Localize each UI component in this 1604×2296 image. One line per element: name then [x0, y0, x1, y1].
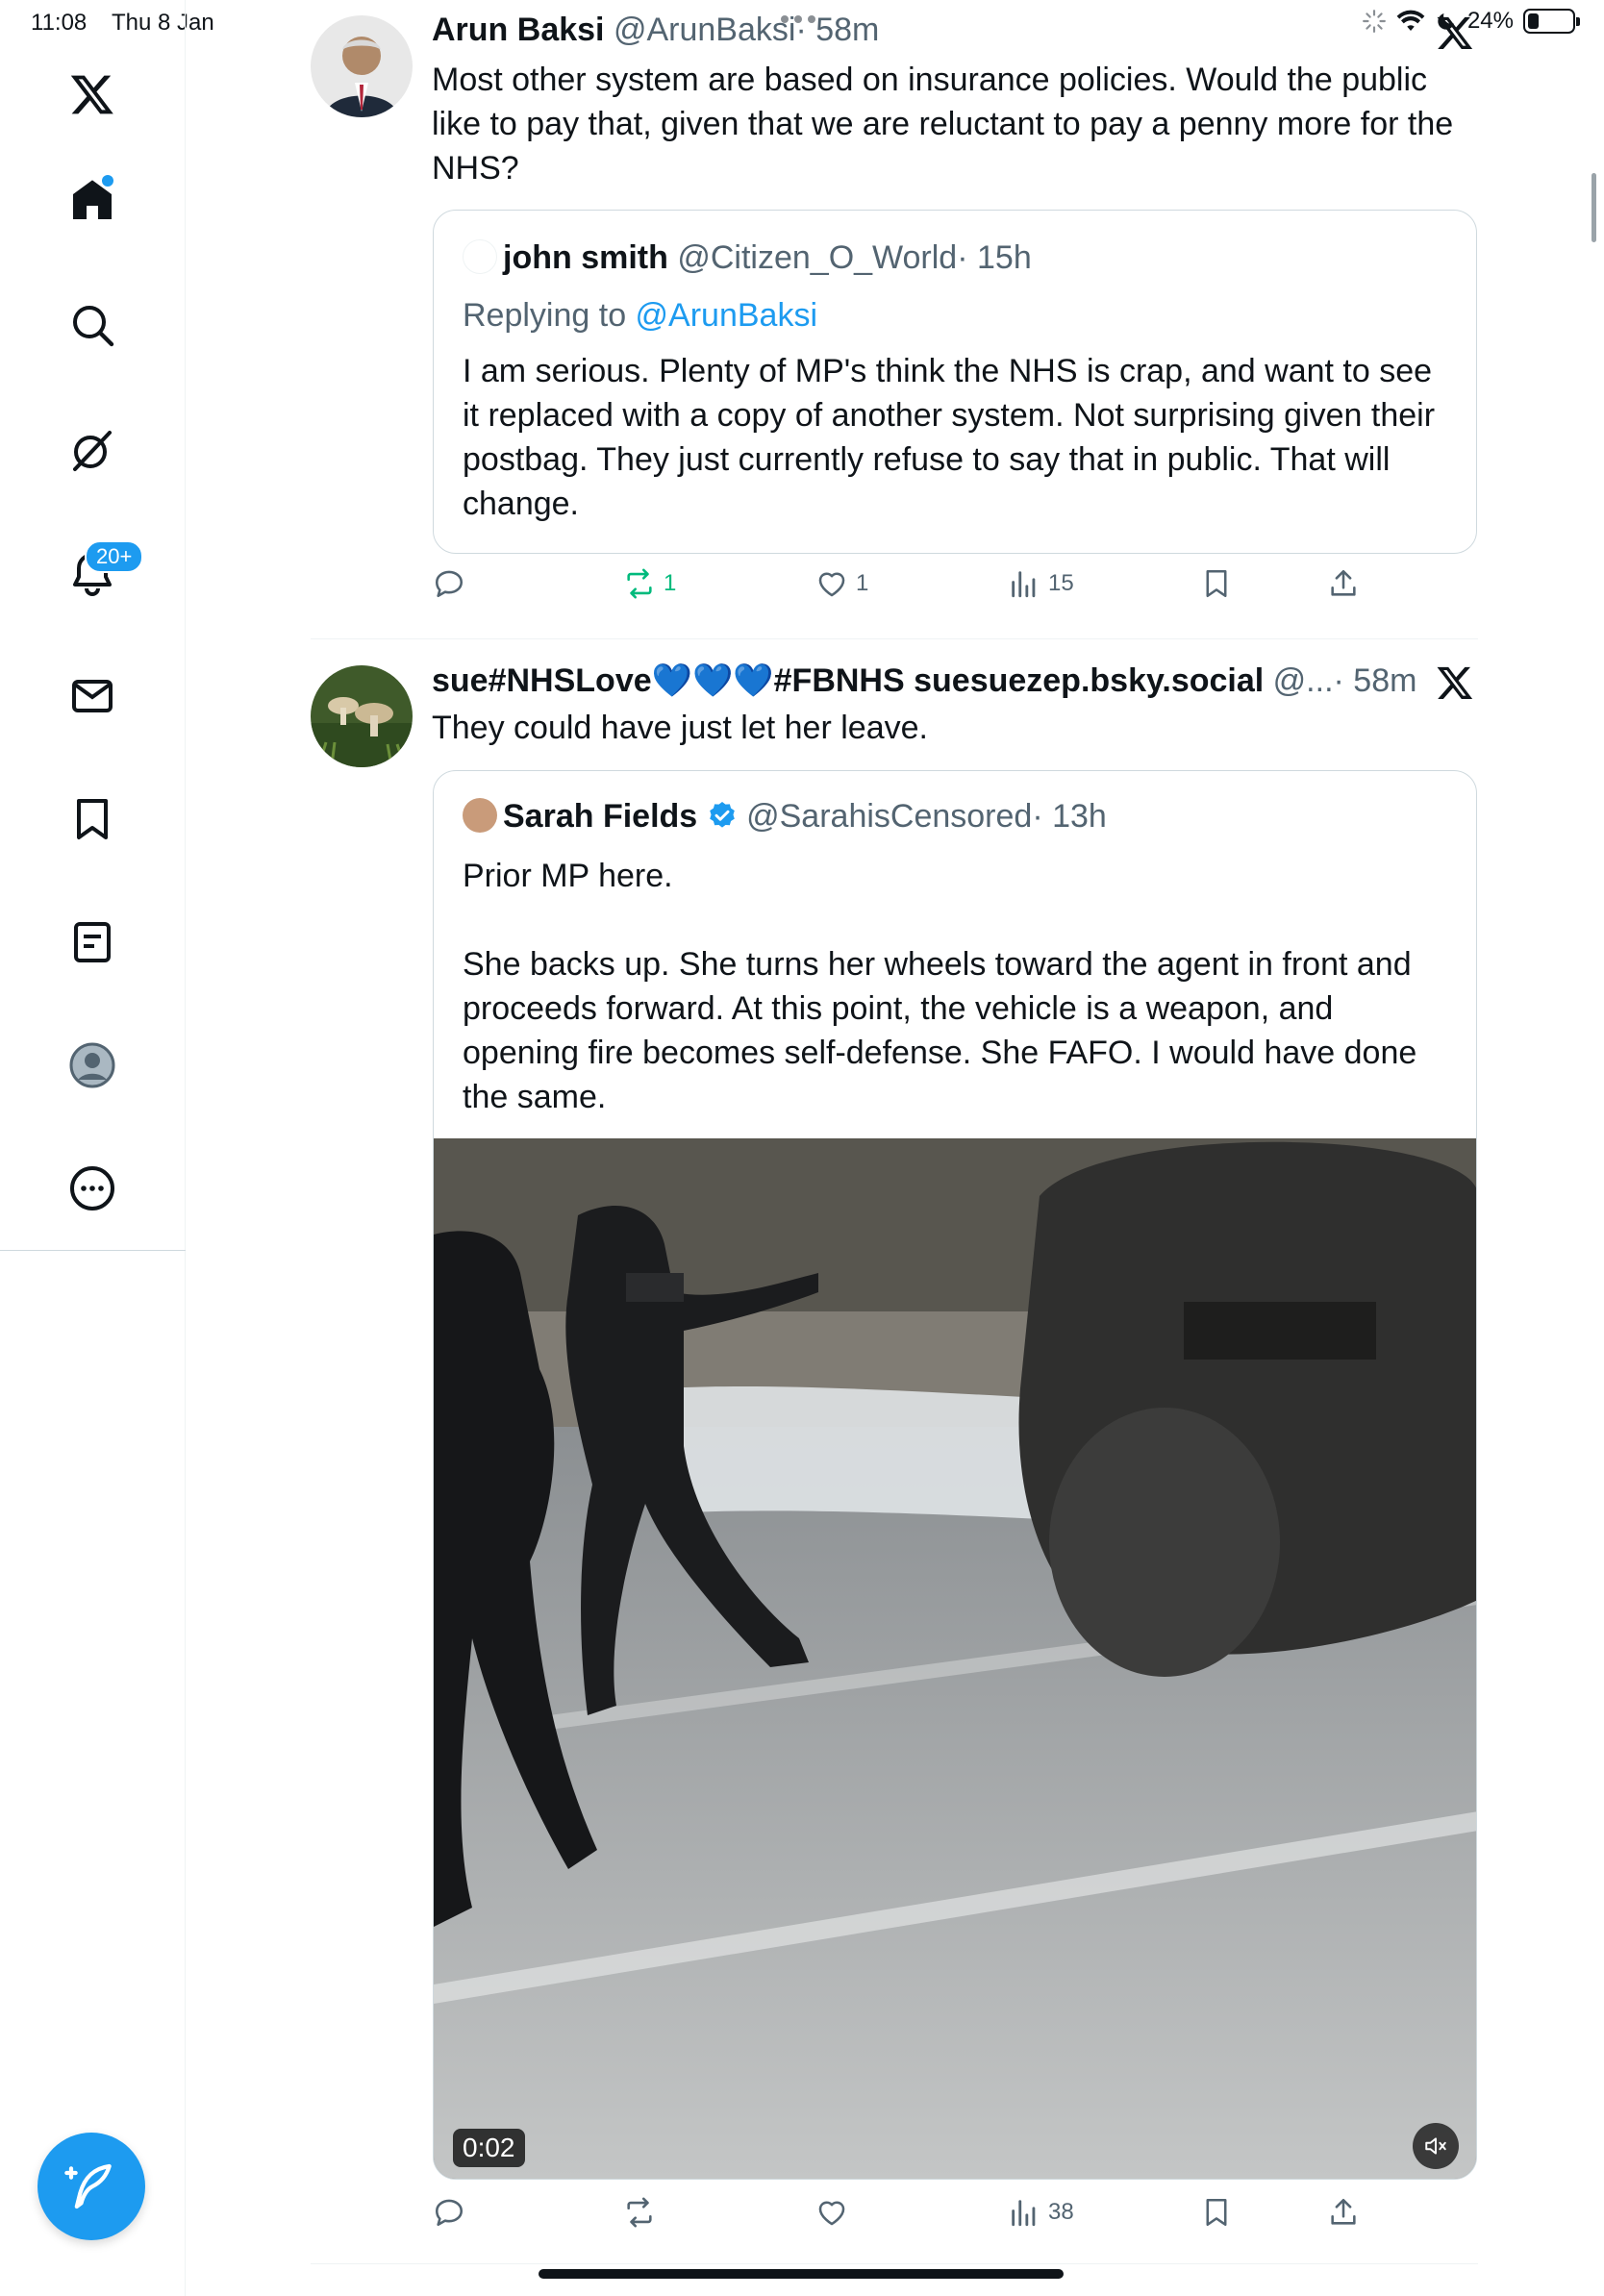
- views-button[interactable]: 15: [1008, 567, 1074, 600]
- replying-to: Replying to @ArunBaksi: [463, 293, 1453, 337]
- bookmark-icon: [1206, 2198, 1227, 2227]
- lists-icon[interactable]: [58, 908, 127, 977]
- more-options-icon[interactable]: [58, 1154, 127, 1223]
- quoted-author-avatar[interactable]: [463, 239, 497, 274]
- quoted-post[interactable]: Sarah Fields @SarahisCensored· 13h Prior…: [433, 770, 1477, 2180]
- like-count: 1: [856, 570, 869, 596]
- post-divider: [311, 638, 1478, 639]
- quoted-post-time[interactable]: · 15h: [957, 239, 1032, 276]
- reply-icon: [435, 2199, 464, 2227]
- post-header: sue#NHSLove💙💙💙#FBNHS suesuezep.bsky.soci…: [432, 661, 1416, 700]
- compose-post-button[interactable]: [38, 2133, 145, 2240]
- view-count: 38: [1048, 2199, 1074, 2225]
- battery-fill: [1528, 13, 1539, 29]
- battery-icon: [1523, 9, 1580, 34]
- repost-icon: [627, 568, 652, 599]
- x-logo-icon[interactable]: [58, 60, 127, 129]
- sidebar-separator: [0, 1250, 186, 1251]
- bookmark-button[interactable]: [1200, 567, 1233, 600]
- home-indicator[interactable]: [539, 2269, 1064, 2279]
- quoted-post[interactable]: john smith @Citizen_O_World· 15h Replyin…: [433, 210, 1477, 554]
- replying-to-link[interactable]: @ArunBaksi: [636, 297, 817, 334]
- author-avatar[interactable]: [311, 665, 413, 767]
- post-header: Arun Baksi @ArunBaksi· 58m: [432, 12, 879, 49]
- views-button[interactable]: 38: [1008, 2196, 1074, 2229]
- post-time[interactable]: · 58m: [795, 12, 879, 48]
- messages-envelope-icon[interactable]: [58, 661, 127, 731]
- heart-icon: [818, 2201, 845, 2226]
- search-icon[interactable]: [58, 290, 127, 360]
- home-unread-dot: [102, 175, 113, 187]
- video-frame: [434, 1138, 1476, 2179]
- quoted-post-time[interactable]: · 13h: [1032, 798, 1107, 835]
- author-handle[interactable]: @...: [1273, 662, 1334, 699]
- repost-button[interactable]: [623, 2196, 656, 2229]
- bookmark-button[interactable]: [1200, 2196, 1233, 2229]
- mute-button[interactable]: [1413, 2123, 1459, 2169]
- scrollbar[interactable]: [1591, 173, 1596, 242]
- reply-button[interactable]: [433, 567, 465, 600]
- sidebar: 20+: [0, 0, 186, 2296]
- volume-muted-icon: [1425, 2137, 1446, 2155]
- notifications-badge: 20+: [85, 540, 144, 573]
- bookmarks-icon[interactable]: [58, 785, 127, 854]
- post-actions: 1 1 15: [433, 567, 1471, 613]
- compose-feather-icon: [64, 2163, 112, 2209]
- quoted-author-handle[interactable]: @SarahisCensored: [746, 798, 1032, 835]
- post-actions: 38: [433, 2196, 1471, 2242]
- post-divider: [311, 2263, 1478, 2264]
- share-icon: [1331, 2198, 1356, 2225]
- quoted-author-name[interactable]: john smith: [503, 239, 668, 276]
- share-button[interactable]: [1327, 567, 1360, 600]
- heart-icon: [818, 572, 845, 597]
- repost-icon: [627, 2197, 652, 2228]
- verified-badge-icon: [709, 802, 735, 828]
- author-name[interactable]: sue#NHSLove💙💙💙#FBNHS suesuezep.bsky.soci…: [432, 662, 1264, 699]
- view-count: 15: [1048, 570, 1074, 596]
- share-button[interactable]: [1327, 2196, 1360, 2229]
- x-logo-icon[interactable]: [1436, 13, 1478, 56]
- author-avatar[interactable]: [311, 15, 413, 117]
- like-button[interactable]: 1: [815, 567, 868, 600]
- quoted-author-name[interactable]: Sarah Fields: [503, 798, 697, 835]
- author-name[interactable]: Arun Baksi: [432, 12, 605, 48]
- reply-icon: [435, 570, 464, 598]
- quoted-author-avatar[interactable]: [463, 798, 497, 833]
- quoted-author-handle[interactable]: @Citizen_O_World: [677, 239, 957, 276]
- quoted-post-text: I am serious. Plenty of MP's think the N…: [463, 353, 1436, 522]
- quoted-post-text: She backs up. She turns her wheels towar…: [463, 946, 1417, 1115]
- post-time[interactable]: · 58m: [1334, 662, 1417, 699]
- wifi-icon: [1396, 10, 1425, 31]
- repost-button[interactable]: 1: [623, 567, 676, 600]
- like-button[interactable]: [815, 2196, 848, 2229]
- video-player[interactable]: 0:02: [434, 1138, 1476, 2179]
- quoted-post-text-line1: Prior MP here.: [463, 858, 673, 894]
- reply-button[interactable]: [433, 2196, 465, 2229]
- replying-to-prefix: Replying to: [463, 297, 636, 334]
- analytics-icon: [1012, 2200, 1036, 2227]
- grok-icon[interactable]: [58, 415, 127, 485]
- post-text: Most other system are based on insurance…: [432, 62, 1454, 187]
- loading-icon: [1363, 10, 1386, 33]
- video-timestamp: 0:02: [453, 2129, 525, 2167]
- analytics-icon: [1012, 571, 1036, 598]
- profile-avatar-icon[interactable]: [58, 1031, 127, 1100]
- author-handle[interactable]: @ArunBaksi: [614, 12, 795, 48]
- repost-count: 1: [664, 570, 677, 596]
- bookmark-icon: [1206, 569, 1227, 598]
- home-icon[interactable]: [58, 165, 127, 235]
- x-logo-icon[interactable]: [1436, 663, 1478, 706]
- share-icon: [1331, 569, 1356, 596]
- post-text: They could have just let her leave.: [432, 710, 928, 746]
- quoted-post-header: john smith @Citizen_O_World· 15h: [463, 239, 1032, 277]
- quoted-post-header: Sarah Fields @SarahisCensored· 13h: [463, 798, 1107, 836]
